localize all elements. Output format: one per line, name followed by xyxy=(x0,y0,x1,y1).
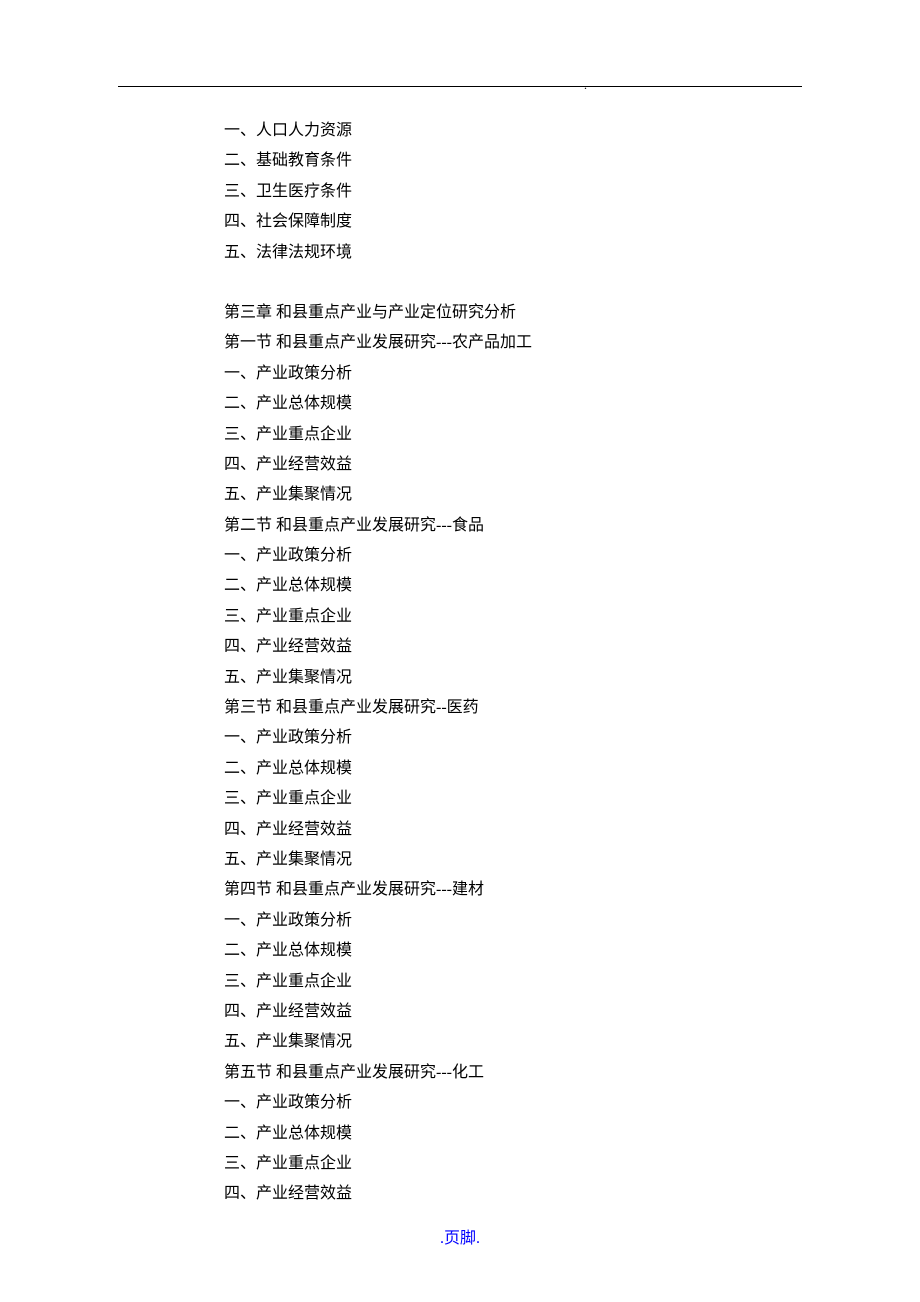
toc-line: 四、产业经营效益 xyxy=(224,1179,920,1209)
toc-line: 三、产业重点企业 xyxy=(224,1149,920,1179)
toc-line: 四、产业经营效益 xyxy=(224,632,920,662)
toc-line: 一、产业政策分析 xyxy=(224,359,920,389)
section-title: 第四节 和县重点产业发展研究---建材 xyxy=(224,875,920,905)
toc-line: 三、产业重点企业 xyxy=(224,420,920,450)
toc-line: 三、产业重点企业 xyxy=(224,784,920,814)
toc-line: 二、基础教育条件 xyxy=(224,146,920,176)
toc-line: 一、产业政策分析 xyxy=(224,1088,920,1118)
toc-line: 一、人口人力资源 xyxy=(224,116,920,146)
toc-line: 二、产业总体规模 xyxy=(224,1119,920,1149)
toc-line: 二、产业总体规模 xyxy=(224,571,920,601)
toc-line: 五、产业集聚情况 xyxy=(224,663,920,693)
section-gap xyxy=(224,268,920,298)
toc-line: 五、法律法规环境 xyxy=(224,238,920,268)
section-title: 第二节 和县重点产业发展研究---食品 xyxy=(224,511,920,541)
toc-line: 二、产业总体规模 xyxy=(224,754,920,784)
toc-line: 五、产业集聚情况 xyxy=(224,845,920,875)
toc-line: 三、卫生医疗条件 xyxy=(224,177,920,207)
chapter-title: 第三章 和县重点产业与产业定位研究分析 xyxy=(224,298,920,328)
toc-line: 四、产业经营效益 xyxy=(224,450,920,480)
toc-line: 一、产业政策分析 xyxy=(224,906,920,936)
toc-line: 四、社会保障制度 xyxy=(224,207,920,237)
section-title: 第三节 和县重点产业发展研究--医药 xyxy=(224,693,920,723)
toc-line: 五、产业集聚情况 xyxy=(224,480,920,510)
page-footer: .页脚. xyxy=(0,1224,920,1248)
document-page: . 一、人口人力资源 二、基础教育条件 三、卫生医疗条件 四、社会保障制度 五、… xyxy=(0,0,920,1302)
toc-line: 二、产业总体规模 xyxy=(224,389,920,419)
toc-line: 四、产业经营效益 xyxy=(224,997,920,1027)
toc-line: 一、产业政策分析 xyxy=(224,723,920,753)
toc-line: 四、产业经营效益 xyxy=(224,815,920,845)
document-body: 一、人口人力资源 二、基础教育条件 三、卫生医疗条件 四、社会保障制度 五、法律… xyxy=(224,116,920,1210)
toc-line: 三、产业重点企业 xyxy=(224,967,920,997)
section-title: 第五节 和县重点产业发展研究---化工 xyxy=(224,1058,920,1088)
toc-line: 一、产业政策分析 xyxy=(224,541,920,571)
header-rule xyxy=(118,86,802,87)
section-title: 第一节 和县重点产业发展研究---农产品加工 xyxy=(224,328,920,358)
toc-line: 三、产业重点企业 xyxy=(224,602,920,632)
toc-line: 五、产业集聚情况 xyxy=(224,1027,920,1057)
toc-line: 二、产业总体规模 xyxy=(224,936,920,966)
